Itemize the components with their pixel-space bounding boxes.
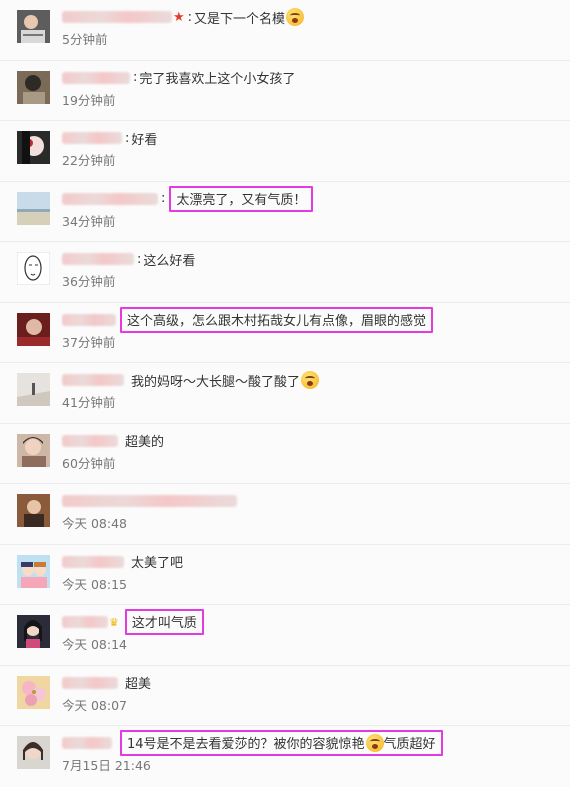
embarrassed-emoji-icon <box>365 733 384 752</box>
user-avatar[interactable] <box>17 70 50 104</box>
comment-time: 60分钟前 <box>62 455 116 471</box>
user-avatar[interactable] <box>17 554 50 588</box>
user-avatar[interactable] <box>17 373 50 406</box>
comment-text: 太漂亮了，又有气质！ <box>176 192 307 208</box>
comment-time: 今天 08:07 <box>62 697 127 713</box>
comment-body: 今天 08:48 <box>62 490 562 532</box>
scream-emoji-icon <box>301 371 320 389</box>
comment-text: 我的妈呀～大长腿～酸了酸了 <box>131 374 301 390</box>
comment-text: 太美了吧 <box>131 556 184 571</box>
comment-time: 41分钟前 <box>62 395 116 410</box>
comment-text: 这才叫气质 <box>131 616 197 631</box>
username-blurred[interactable] <box>62 132 122 144</box>
highlight-box: 14号是不是去看爱莎的？被你的容貌惊艳 气质超好 <box>120 730 443 756</box>
highlight-box: 这个高级，怎么跟木村拓哉女儿有点像，眉眼的感觉 <box>120 306 434 333</box>
comment-time: 7月15日 21:46 <box>62 758 151 773</box>
comment-list: ★ : 又是下一个名模 5分钟前 : 完了我喜欢上这个小女孩了 19分钟前: … <box>0 0 570 787</box>
colon-separator: : <box>187 9 193 25</box>
comment-row: ★ : 又是下一个名模 5分钟前 <box>0 0 570 61</box>
highlight-box: 太漂亮了，又有气质！ <box>169 185 314 212</box>
comment-time: 今天 08:15 <box>62 576 127 592</box>
comment-body: 超美 今天 08:07 <box>62 672 562 714</box>
comment-time: 5分钟前 <box>62 32 108 47</box>
user-avatar[interactable] <box>17 675 50 709</box>
comment-body: : 太漂亮了，又有气质！ 34分钟前 <box>62 185 562 230</box>
comment-text: 又是下一个名模 <box>194 11 286 27</box>
comment-row: : 太漂亮了，又有气质！ 34分钟前 <box>0 182 570 242</box>
username-blurred[interactable] <box>62 192 158 205</box>
comment-row: 超美的 60分钟前 <box>0 424 570 484</box>
comment-time: 22分钟前 <box>62 153 116 168</box>
username-blurred[interactable] <box>62 616 108 628</box>
comment-text: 完了我喜欢上这个小女孩了 <box>139 72 296 87</box>
comment-time: 37分钟前 <box>62 334 116 350</box>
user-avatar[interactable] <box>17 10 50 43</box>
comment-body: : 好看 22分钟前 <box>62 127 562 169</box>
user-avatar[interactable] <box>17 615 50 648</box>
username-blurred[interactable] <box>62 71 130 84</box>
colon-separator: : <box>161 191 166 206</box>
comment-text: 这么好看 <box>143 253 196 269</box>
username-blurred[interactable] <box>62 313 116 326</box>
comment-text-before: 14号是不是去看爱莎的？被你的容貌惊艳 <box>127 737 365 752</box>
username-blurred[interactable] <box>62 737 112 749</box>
username-blurred[interactable] <box>62 434 118 447</box>
username-blurred[interactable] <box>62 11 172 23</box>
comment-row: 14号是不是去看爱莎的？被你的容貌惊艳 气质超好 7月15日 21:46 <box>0 726 570 787</box>
comment-text: 超美的 <box>125 435 165 450</box>
comment-body: 我的妈呀～大长腿～酸了酸了 41分钟前 <box>62 369 562 411</box>
user-avatar[interactable] <box>17 312 50 346</box>
highlight-box: 这才叫气质 <box>124 609 204 635</box>
comment-body: 14号是不是去看爱莎的？被你的容貌惊艳 气质超好 7月15日 21:46 <box>62 730 562 774</box>
comment-time: 今天 08:14 <box>62 637 127 652</box>
comment-time: 36分钟前 <box>62 274 116 289</box>
comment-text-after: 气质超好 <box>383 737 436 752</box>
user-avatar[interactable] <box>17 191 50 225</box>
comment-time: 19分钟前 <box>62 92 116 108</box>
comment-row: 我的妈呀～大长腿～酸了酸了 41分钟前 <box>0 363 570 424</box>
comment-body: 超美的 60分钟前 <box>62 430 562 472</box>
username-blurred[interactable] <box>62 555 124 568</box>
star-badge-icon: ★ <box>173 9 185 25</box>
username-blurred[interactable] <box>62 676 118 689</box>
comment-body: : 这么好看 36分钟前 <box>62 248 562 290</box>
comment-time: 今天 08:48 <box>62 516 127 531</box>
comment-text: 好看 <box>131 132 158 148</box>
crown-badge-icon: ♛ <box>109 615 119 629</box>
username-blurred[interactable] <box>62 374 124 386</box>
comment-body: 太美了吧 今天 08:15 <box>62 551 562 593</box>
colon-separator: : <box>133 70 138 85</box>
comment-body: ♛ 这才叫气质 今天 08:14 <box>62 609 562 653</box>
user-avatar[interactable] <box>17 433 50 467</box>
user-avatar[interactable] <box>17 131 50 164</box>
comment-row: 太美了吧 今天 08:15 <box>0 545 570 605</box>
comment-row: 超美 今天 08:07 <box>0 666 570 726</box>
user-avatar[interactable] <box>17 252 50 285</box>
username-blurred[interactable] <box>62 253 134 265</box>
user-avatar[interactable] <box>17 736 50 769</box>
scream-emoji-icon <box>286 8 305 26</box>
comment-text: 超美 <box>125 677 152 692</box>
comment-row: : 完了我喜欢上这个小女孩了 19分钟前 <box>0 61 570 121</box>
comment-row: : 好看 22分钟前 <box>0 121 570 182</box>
comment-row: 这个高级，怎么跟木村拓哉女儿有点像，眉眼的感觉 37分钟前 <box>0 303 570 363</box>
comment-time: 34分钟前 <box>62 213 116 229</box>
comment-body: : 完了我喜欢上这个小女孩了 19分钟前 <box>62 67 562 109</box>
comment-row: 今天 08:48 <box>0 484 570 545</box>
comment-body: ★ : 又是下一个名模 5分钟前 <box>62 6 562 48</box>
colon-separator: : <box>125 130 130 146</box>
comment-row: ♛ 这才叫气质 今天 08:14 <box>0 605 570 666</box>
username-blurred[interactable] <box>62 495 237 507</box>
comment-text: 这个高级，怎么跟木村拓哉女儿有点像，眉眼的感觉 <box>127 313 427 329</box>
comment-body: 这个高级，怎么跟木村拓哉女儿有点像，眉眼的感觉 37分钟前 <box>62 306 562 351</box>
colon-separator: : <box>137 251 142 267</box>
comment-row: : 这么好看 36分钟前 <box>0 242 570 303</box>
user-avatar[interactable] <box>17 494 50 527</box>
